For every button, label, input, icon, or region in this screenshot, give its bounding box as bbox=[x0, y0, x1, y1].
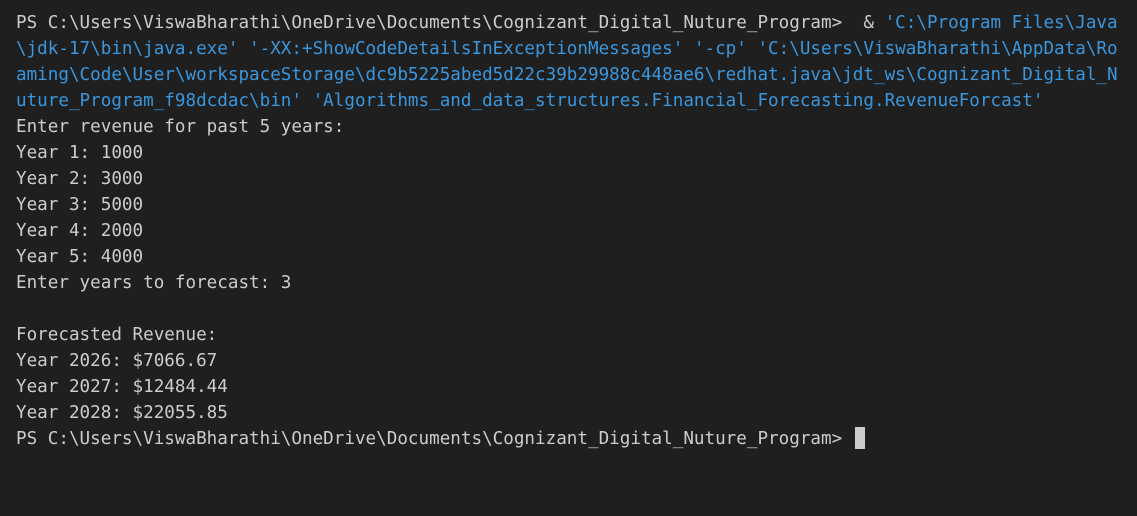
prompt: PS C:\Users\ViswaBharathi\OneDrive\Docum… bbox=[16, 13, 853, 33]
output-line: Year 2028: $22055.85 bbox=[16, 403, 228, 423]
text-cursor[interactable] bbox=[854, 427, 865, 449]
output-line: Enter revenue for past 5 years: bbox=[16, 117, 345, 137]
output-line: Year 2026: $7066.67 bbox=[16, 351, 218, 371]
prompt: PS C:\Users\ViswaBharathi\OneDrive\Docum… bbox=[16, 429, 853, 449]
current-prompt-line[interactable]: PS C:\Users\ViswaBharathi\OneDrive\Docum… bbox=[16, 426, 1127, 452]
output-line: Year 5: 4000 bbox=[16, 247, 144, 267]
output-line: Year 4: 2000 bbox=[16, 221, 144, 241]
output-line: Year 1: 1000 bbox=[16, 143, 144, 163]
output-line: Year 3: 5000 bbox=[16, 195, 144, 215]
terminal-panel[interactable]: PS C:\Users\ViswaBharathi\OneDrive\Docum… bbox=[0, 0, 1137, 516]
command-line: PS C:\Users\ViswaBharathi\OneDrive\Docum… bbox=[16, 10, 1127, 114]
output-line: Enter years to forecast: 3 bbox=[16, 273, 292, 293]
output-line: Year 2027: $12484.44 bbox=[16, 377, 228, 397]
output-line: Year 2: 3000 bbox=[16, 169, 144, 189]
call-operator: & bbox=[852, 13, 885, 33]
output-line: Forecasted Revenue: bbox=[16, 325, 218, 345]
